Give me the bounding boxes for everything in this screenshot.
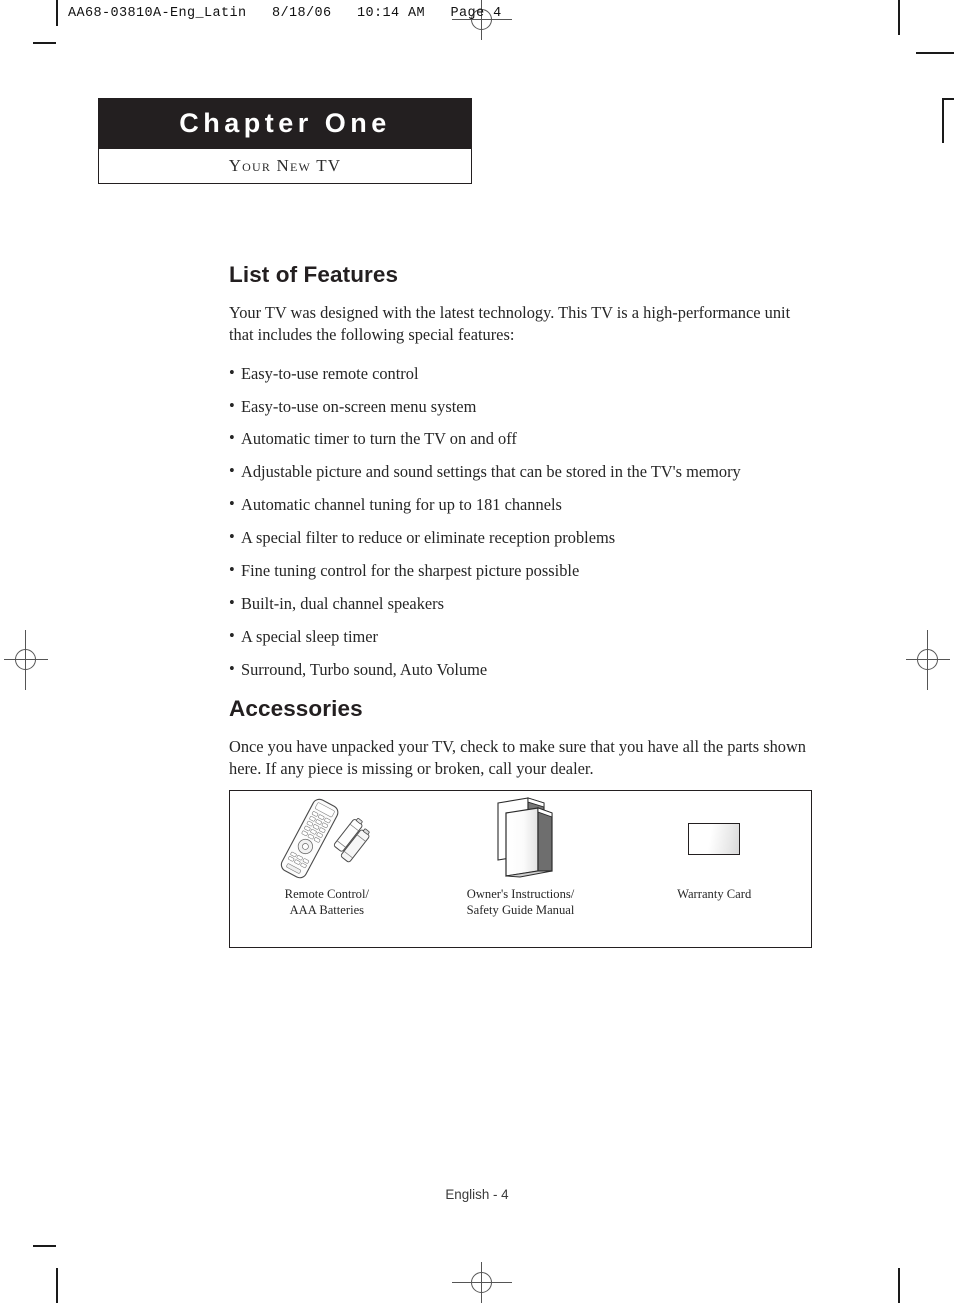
list-item: Easy-to-use on-screen menu system: [229, 396, 814, 417]
list-item: Automatic channel tuning for up to 181 c…: [229, 494, 814, 515]
warranty-card-icon: [617, 791, 811, 887]
list-item: Fine tuning control for the sharpest pic…: [229, 560, 814, 581]
accessory-item-warranty-card: Warranty Card: [617, 791, 811, 903]
features-list: Easy-to-use remote control Easy-to-use o…: [229, 363, 814, 680]
accessories-box: Remote Control/ AAA Batteries Owner's In…: [229, 790, 812, 948]
remote-control-and-batteries-icon: [230, 791, 424, 887]
registration-mark-bottom: [452, 1262, 512, 1303]
footer-page-label: English - 4: [445, 1187, 509, 1202]
accessories-heading: Accessories: [229, 696, 363, 721]
accessory-caption: Remote Control/ AAA Batteries: [285, 887, 369, 918]
accessory-item-remote-control: Remote Control/ AAA Batteries: [230, 791, 424, 918]
list-item: Automatic timer to turn the TV on and of…: [229, 428, 814, 449]
crop-mark-top-right-corner-horizontal: [942, 98, 954, 100]
accessory-caption-line-1: Owner's Instructions/: [466, 887, 575, 901]
list-item: A special sleep timer: [229, 626, 814, 647]
chapter-title: Chapter One: [179, 108, 391, 138]
accessories-section: Accessories Once you have unpacked your …: [229, 696, 814, 780]
registration-mark-right: [906, 630, 950, 690]
crop-mark-top-right-horizontal: [916, 52, 954, 54]
crop-mark-bottom-left-horizontal: [33, 1245, 56, 1247]
chapter-subtitle: Your New TV: [228, 156, 342, 175]
crop-mark-top-right-corner-vertical: [942, 98, 944, 143]
list-item: Surround, Turbo sound, Auto Volume: [229, 659, 814, 680]
accessory-caption-line-2: Safety Guide Manual: [466, 902, 575, 917]
prepress-slug: AA68-03810A-Eng_Latin 8/18/06 10:14 AM P…: [56, 0, 502, 26]
accessory-caption: Owner's Instructions/ Safety Guide Manua…: [467, 887, 575, 918]
accessory-caption-line-1: Remote Control/: [284, 887, 369, 901]
accessory-item-manuals: Owner's Instructions/ Safety Guide Manua…: [424, 791, 618, 918]
list-item: Easy-to-use remote control: [229, 363, 814, 384]
crop-mark-bottom-left-vertical: [56, 1268, 58, 1303]
chapter-title-bar: Chapter One: [98, 98, 472, 149]
page-footer: English - 4: [0, 1186, 954, 1204]
registration-mark-left: [4, 630, 48, 690]
crop-mark-bottom-right-vertical: [898, 1268, 900, 1303]
list-item: Built-in, dual channel speakers: [229, 593, 814, 614]
crop-mark-top-left-horizontal: [33, 42, 56, 44]
features-intro-text: Your TV was designed with the latest tec…: [229, 303, 791, 344]
accessory-caption-line-2: AAA Batteries: [289, 902, 365, 917]
chapter-subtitle-box: Your New TV: [98, 149, 472, 184]
crop-mark-top-right-vertical: [898, 0, 900, 35]
accessories-intro-text: Once you have unpacked your TV, check to…: [229, 737, 806, 778]
warranty-card-shape: [688, 823, 741, 855]
accessory-caption: Warranty Card: [677, 887, 751, 903]
chapter-header: Chapter One Your New TV: [98, 98, 472, 184]
list-item: Adjustable picture and sound settings th…: [229, 461, 814, 482]
accessories-item-list: Remote Control/ AAA Batteries Owner's In…: [230, 791, 811, 947]
list-item: A special filter to reduce or eliminate …: [229, 527, 814, 548]
features-heading: List of Features: [229, 262, 399, 287]
instruction-manuals-icon: [424, 791, 618, 887]
accessory-caption-line-1: Warranty Card: [677, 887, 752, 901]
prepress-slug-text: AA68-03810A-Eng_Latin 8/18/06 10:14 AM P…: [68, 5, 502, 21]
features-section: List of Features Your TV was designed wi…: [229, 262, 814, 692]
